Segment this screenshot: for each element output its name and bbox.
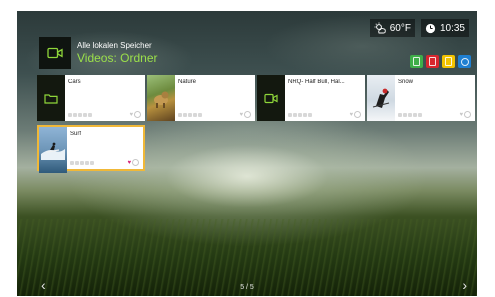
media-browser-screen: 60°F 10:35 Alle lokalen Speicher Videos:… [17, 11, 477, 296]
folder-tile-snow[interactable]: Snow ♥ [367, 75, 475, 121]
video-camera-icon [39, 37, 71, 69]
status-circle-icon [464, 111, 471, 118]
chevron-right-icon[interactable]: › [462, 278, 467, 292]
rating-stars [178, 113, 202, 117]
clock-widget: 10:35 [420, 19, 469, 37]
weather-widget[interactable]: 60°F [369, 19, 415, 37]
rating-stars [68, 113, 92, 117]
snow-thumbnail [367, 75, 395, 121]
status-circle-icon [134, 111, 141, 118]
surf-thumbnail [39, 127, 67, 173]
rating-stars [288, 113, 312, 117]
blue-key-button[interactable] [458, 55, 471, 68]
tile-label: Cars [68, 79, 81, 85]
heart-icon: ♥ [459, 112, 463, 118]
rating-stars [70, 161, 94, 165]
rating-stars [398, 113, 422, 117]
heart-icon: ♥ [239, 112, 243, 118]
heart-icon: ♥ [129, 112, 133, 118]
status-circle-icon [132, 159, 139, 166]
folder-tile-cars[interactable]: Cars ♥ [37, 75, 145, 121]
folder-tile-surf[interactable]: Surf ♥ [37, 125, 145, 173]
status-circle-icon [244, 111, 251, 118]
page-title: Videos: Ordner [77, 50, 158, 65]
video-camera-icon [257, 75, 285, 121]
nature-thumbnail [147, 75, 175, 121]
color-key-legend [410, 55, 471, 68]
status-circle-icon [354, 111, 361, 118]
tile-label: NRQ- Half Bull, Hal... [288, 79, 345, 85]
red-key-button[interactable] [426, 55, 439, 68]
sun-cloud-icon [374, 22, 386, 34]
tile-label: Snow [398, 79, 414, 85]
folder-icon [37, 75, 65, 121]
breadcrumb: Alle lokalen Speicher [77, 40, 152, 50]
temperature-text: 60°F [389, 22, 411, 34]
status-bar: 60°F 10:35 [369, 19, 469, 37]
clock-icon [425, 23, 436, 34]
tile-label: Surf [70, 131, 82, 137]
page-indicator: 5 / 5 [240, 284, 254, 291]
heart-icon: ♥ [349, 112, 353, 118]
clock-time: 10:35 [439, 22, 465, 34]
favorite-heart-icon: ♥ [127, 160, 131, 166]
tile-label: Nature [178, 79, 197, 85]
green-key-button[interactable] [410, 55, 423, 68]
folder-header: Alle lokalen Speicher Videos: Ordner [39, 37, 158, 69]
folder-tile-nature[interactable]: Nature ♥ [147, 75, 255, 121]
video-tile-nrq[interactable]: NRQ- Half Bull, Hal... ♥ [257, 75, 365, 121]
yellow-key-button[interactable] [442, 55, 455, 68]
